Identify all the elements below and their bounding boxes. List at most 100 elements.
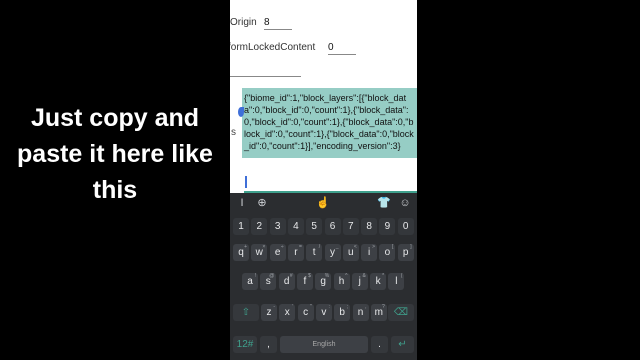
number-key-4[interactable]: 4 xyxy=(287,218,304,235)
key-c[interactable]: c " xyxy=(297,304,314,321)
key-row-4: 12# , English . ↵ xyxy=(230,336,417,356)
key-hint: ? xyxy=(382,304,385,310)
key-hint: ; xyxy=(346,304,349,310)
key-hint: ' xyxy=(292,304,294,310)
key-row-2: a! s @ d # f $ g% h ^ j & k * l( xyxy=(230,273,417,293)
number-key-0[interactable]: 0 xyxy=(397,218,414,235)
key-a[interactable]: a! xyxy=(242,273,258,290)
key-hint: : xyxy=(328,304,330,310)
key-hint: < xyxy=(353,244,357,250)
key-d[interactable]: d # xyxy=(278,273,295,290)
key-label: 1 xyxy=(238,221,244,232)
key-k[interactable]: k * xyxy=(370,273,387,290)
number-key-7[interactable]: 7 xyxy=(342,218,359,235)
caption: Just copy and paste it here like this xyxy=(0,100,230,208)
key-label: b xyxy=(339,307,345,318)
key-hint: % xyxy=(324,273,330,279)
key-s[interactable]: s @ xyxy=(260,273,277,290)
key-label: h xyxy=(338,276,345,287)
key-y[interactable]: y _ xyxy=(324,244,341,261)
period-key[interactable]: . xyxy=(371,336,388,353)
key-label: n xyxy=(357,307,364,318)
key-f[interactable]: f $ xyxy=(296,273,313,290)
key-hint: / xyxy=(318,244,321,250)
key-label: d xyxy=(283,276,290,287)
key-q[interactable]: q + xyxy=(233,244,249,261)
key-m[interactable]: m? xyxy=(370,304,387,321)
key-h[interactable]: h ^ xyxy=(333,273,350,290)
key-label: z xyxy=(266,307,272,318)
space-key[interactable]: English xyxy=(280,336,368,353)
key-hint: _ xyxy=(335,244,339,250)
backspace-key[interactable]: ⌫ xyxy=(388,304,414,321)
key-label: 3 xyxy=(274,221,281,232)
key-label: c xyxy=(303,307,309,318)
origin-field[interactable]: 8 xyxy=(264,17,292,30)
text-input-field[interactable] xyxy=(244,175,417,193)
shift-key[interactable]: ⇧ xyxy=(233,304,259,321)
number-key-5[interactable]: 5 xyxy=(306,218,323,235)
key-w[interactable]: w × xyxy=(251,244,268,261)
selection-handle[interactable] xyxy=(238,107,244,117)
key-label: e xyxy=(274,247,281,258)
caption-line: this xyxy=(92,176,138,204)
theme-icon[interactable]: 👕 xyxy=(377,196,391,210)
key-row-3: ⇧ ⌫ z - x ' c " v: b; n, m? xyxy=(230,304,417,324)
key-u[interactable]: u < xyxy=(342,244,359,261)
key-v[interactable]: v: xyxy=(315,304,332,321)
key-label: l xyxy=(395,276,398,287)
globe-icon[interactable]: ⊕ xyxy=(255,196,269,210)
key-o[interactable]: o[ xyxy=(379,244,396,261)
key-label: 7 xyxy=(348,221,354,232)
key-hint: * xyxy=(382,273,385,279)
key-hint: ! xyxy=(254,273,256,279)
key-label: f xyxy=(303,276,307,287)
key-r[interactable]: r = xyxy=(287,244,304,261)
key-hint: # xyxy=(289,273,293,279)
number-key-9[interactable]: 9 xyxy=(379,218,396,235)
blank-field[interactable] xyxy=(230,76,301,77)
key-hint: ÷ xyxy=(280,244,284,250)
number-key-1[interactable]: 1 xyxy=(233,218,249,235)
key-label: 4 xyxy=(293,221,299,232)
key-z[interactable]: z- xyxy=(261,304,277,321)
locked-content-field[interactable]: 0 xyxy=(328,42,356,55)
key-n[interactable]: n, xyxy=(352,304,369,321)
text-cursor-icon[interactable]: I xyxy=(235,196,249,210)
key-x[interactable]: x ' xyxy=(279,304,296,321)
key-hint: ^ xyxy=(345,273,348,279)
key-label: y xyxy=(330,247,335,258)
key-label: 0 xyxy=(402,221,409,232)
key-hint: , xyxy=(365,304,367,310)
keyboard-toolbar: I ⊕ ☝ 👕 ☺ xyxy=(230,193,417,213)
key-label: v xyxy=(321,307,327,318)
key-label: 8 xyxy=(366,221,372,232)
symbols-key[interactable]: 12# xyxy=(233,336,257,353)
key-t[interactable]: t / xyxy=(306,244,323,261)
json-selected-text[interactable]: {"biome_id":1,"block_layers":[{"block_da… xyxy=(242,88,417,158)
comma-key[interactable]: , xyxy=(260,336,277,353)
key-p[interactable]: p] xyxy=(397,244,414,261)
key-label: p xyxy=(402,247,409,258)
key-g[interactable]: g% xyxy=(315,273,332,290)
key-j[interactable]: j & xyxy=(351,273,368,290)
key-hint: ( xyxy=(400,273,403,279)
number-key-3[interactable]: 3 xyxy=(269,218,286,235)
key-i[interactable]: i > xyxy=(361,244,378,261)
key-label: t xyxy=(312,247,316,258)
number-key-2[interactable]: 2 xyxy=(251,218,268,235)
key-e[interactable]: e ÷ xyxy=(269,244,286,261)
enter-key[interactable]: ↵ xyxy=(391,336,414,353)
gesture-icon[interactable]: ☝ xyxy=(316,196,330,210)
emoji-icon[interactable]: ☺ xyxy=(398,196,412,210)
key-b[interactable]: b; xyxy=(334,304,351,321)
key-label: o xyxy=(384,247,391,258)
number-key-8[interactable]: 8 xyxy=(361,218,378,235)
number-key-6[interactable]: 6 xyxy=(324,218,341,235)
caption-line: paste it here like xyxy=(17,140,213,168)
key-hint: [ xyxy=(392,244,394,250)
key-l[interactable]: l( xyxy=(388,273,405,290)
key-label: i xyxy=(367,247,371,258)
key-hint: @ xyxy=(269,273,275,279)
key-label: a xyxy=(247,276,253,287)
